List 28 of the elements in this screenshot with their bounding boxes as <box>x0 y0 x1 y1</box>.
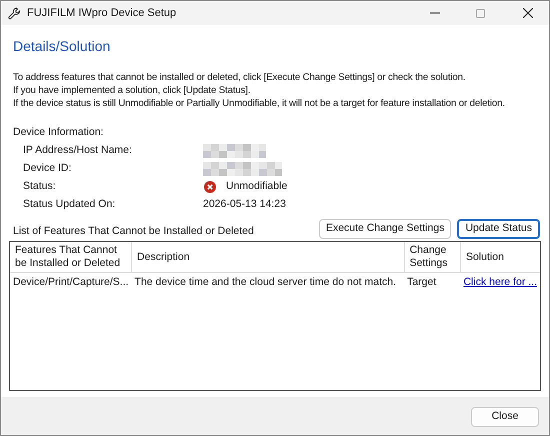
column-header[interactable]: Change Settings <box>404 242 460 273</box>
solution-link[interactable]: Click here for ... <box>463 276 537 288</box>
wrench-icon <box>8 6 21 20</box>
instruction-text: If you have implemented a solution, click [Update Status]. <box>13 84 252 97</box>
blurred-value-drawing <box>203 144 266 158</box>
error-icon <box>204 180 216 193</box>
section-label: Device Information: <box>13 125 104 140</box>
field-label: IP Address/Host Name: <box>23 142 133 158</box>
instruction-text: To address features that cannot be installed or deleted, click [Execute Change Settings] or check the solution. <box>13 71 466 84</box>
table-cell: Device/Print/Capture/S... <box>10 272 132 293</box>
column-header[interactable]: Features That Cannot be Installed or Deleted <box>10 242 132 273</box>
section-label: List of Features That Cannot be Installed or Deleted <box>13 224 254 239</box>
field-label: Device ID: <box>23 160 72 176</box>
window-title: FUJIFILM IWpro Device Setup <box>27 6 176 21</box>
field-label: Status: <box>23 178 57 194</box>
status-value: Unmodifiable <box>226 178 288 194</box>
table-cell: Target <box>404 272 460 293</box>
instruction-text: If the device status is still Unmodifiable or Partially Unmodifiable, it will not be a target for feature installation or deletion. <box>13 97 506 110</box>
field-label: Status Updated On: <box>23 196 116 212</box>
close-icon[interactable] <box>523 8 533 18</box>
close-button[interactable]: Close <box>471 406 539 427</box>
column-header[interactable]: Solution <box>460 242 540 273</box>
page-heading: Details/Solution <box>13 37 112 56</box>
field-value: 2026-05-13 14:23 <box>203 196 286 212</box>
column-header[interactable]: Description <box>132 242 404 273</box>
update-button[interactable]: Update Status <box>457 218 540 239</box>
table-cell: The device time and the cloud server time do not match. <box>132 272 404 293</box>
execute-button[interactable]: Execute Change Settings <box>318 218 452 239</box>
